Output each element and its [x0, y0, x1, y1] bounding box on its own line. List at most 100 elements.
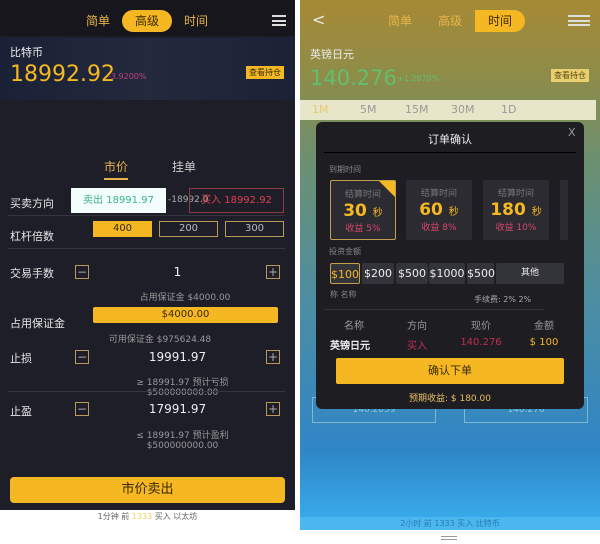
col-direction: 方向	[407, 321, 427, 332]
tab-simple[interactable]: 简单	[73, 10, 123, 32]
card-seconds: 60	[419, 200, 443, 220]
view-positions-button[interactable]: 查看持仓	[551, 69, 589, 82]
col-name: 名称	[344, 321, 364, 332]
divider	[8, 215, 285, 216]
take-profit-note: ≤ 18991.97 预计盈利 $500000000.00	[136, 431, 229, 451]
cell-direction: 买入	[407, 341, 427, 352]
asset-banner: 比特币 18992.92 -3.9200% 查看持仓	[0, 38, 295, 100]
timeframe-30m[interactable]: 30M	[451, 100, 475, 120]
check-icon	[379, 181, 395, 197]
lots-value[interactable]: 1	[150, 265, 205, 279]
leverage-label: 杠杆倍数	[10, 230, 54, 243]
divider	[324, 152, 576, 153]
lots-minus-button[interactable]: −	[75, 265, 89, 279]
advanced-trade-panel: 简单 高级 时间 比特币 18992.92 -3.9200% 查看持仓 市价 挂…	[0, 0, 295, 510]
lots-label: 交易手数	[10, 267, 54, 280]
modal-title: 订单确认	[428, 133, 472, 146]
cell-name: 英镑日元	[330, 341, 370, 352]
buy-button[interactable]: 买入 18992.92	[189, 188, 284, 213]
card-title: 结算时间	[497, 189, 534, 199]
amount-label: 投资金额	[329, 247, 361, 256]
ticker-time: 1分钟 前	[97, 512, 130, 521]
divider	[8, 248, 285, 249]
card-seconds: 30	[343, 201, 367, 221]
asset-name: 英镑日元	[310, 48, 354, 61]
activity-ticker: 1分钟 前 1333 买入 以太坊	[0, 511, 295, 522]
cell-price: 140.276	[460, 337, 502, 348]
hamburger-icon[interactable]	[568, 15, 590, 26]
tab-advanced[interactable]: 高级	[425, 10, 475, 32]
ticker-count: 1333	[131, 512, 153, 521]
tab-market[interactable]: 市价	[104, 158, 129, 180]
leverage-option-300[interactable]: 300	[225, 221, 284, 237]
tab-limit[interactable]: 挂单	[172, 158, 196, 175]
col-amount: 金额	[534, 321, 554, 332]
amount-500[interactable]: $500	[396, 263, 428, 284]
view-positions-button[interactable]: 查看持仓	[246, 66, 284, 79]
card-yield: 收益 10%	[495, 223, 537, 233]
take-profit-plus-button[interactable]: +	[266, 402, 280, 416]
stop-loss-minus-button[interactable]: −	[75, 350, 89, 364]
tab-time[interactable]: 时间	[171, 10, 221, 32]
top-nav: 简单 高级 时间	[0, 0, 295, 36]
amount-100[interactable]: $100	[330, 263, 360, 284]
divider	[8, 391, 285, 392]
stop-loss-label: 止损	[10, 352, 32, 365]
expected-profit: 预期收益: $ 180.00	[409, 394, 491, 404]
cell-amount: $ 100	[529, 337, 559, 348]
card-unit: 秒	[372, 208, 383, 219]
amount-200[interactable]: $200	[362, 263, 394, 284]
card-yield: 收益 8%	[421, 223, 457, 233]
tab-advanced[interactable]: 高级	[122, 10, 172, 32]
asset-name: 比特币	[10, 46, 43, 59]
amount-other[interactable]: 其他	[496, 263, 564, 284]
price-change: -3.9200%	[108, 72, 147, 81]
take-profit-label: 止盈	[10, 405, 32, 418]
asset-price: 18992.92	[10, 62, 115, 87]
card-yield: 收益 5%	[345, 224, 381, 234]
ticker-text: 买入 以太坊	[154, 512, 198, 521]
order-confirm-modal: 订单确认 X 到期时间 结算时间 30 秒 收益 5% 结算时间 60 秒 收益…	[316, 122, 584, 409]
timeframe-5m[interactable]: 5M	[360, 100, 377, 120]
fee-text: 手续费: 2% 2%	[474, 295, 532, 304]
close-icon[interactable]: X	[568, 126, 576, 139]
margin-label: 占用保证金	[10, 317, 65, 330]
leverage-option-200[interactable]: 200	[159, 221, 218, 237]
confirm-order-button[interactable]: 确认下单	[336, 358, 564, 384]
expiry-card-30[interactable]: 结算时间 30 秒 收益 5%	[330, 180, 396, 240]
lots-plus-button[interactable]: +	[266, 265, 280, 279]
leverage-option-400[interactable]: 400	[93, 221, 152, 237]
market-sell-button[interactable]: 市价卖出	[10, 477, 285, 503]
drag-handle[interactable]	[441, 536, 457, 540]
tab-time[interactable]: 时间	[475, 10, 525, 32]
hamburger-icon[interactable]	[272, 15, 286, 26]
back-icon[interactable]: <	[312, 10, 325, 29]
card-unit: 秒	[448, 207, 459, 218]
take-profit-minus-button[interactable]: −	[75, 402, 89, 416]
sell-button[interactable]: 卖出 18991.97	[71, 188, 166, 213]
take-profit-value[interactable]: 17991.97	[130, 402, 225, 416]
stop-loss-value[interactable]: 19991.97	[130, 350, 225, 364]
timeframe-1m[interactable]: 1M	[312, 100, 329, 120]
margin-value: $4000.00	[93, 307, 278, 323]
card-unit: 秒	[531, 207, 542, 218]
direction-label: 买卖方向	[10, 197, 54, 210]
available-margin-note: 可用保证金 $975624.48	[108, 335, 212, 345]
expiry-label: 到期时间	[329, 165, 361, 174]
expiry-card-partial[interactable]	[560, 180, 568, 240]
expiry-card-180[interactable]: 结算时间 180 秒 收益 10%	[483, 180, 549, 240]
name-row: 称 名称	[330, 290, 357, 299]
col-price: 现价	[471, 321, 491, 332]
activity-ticker: 2小时 前 1333 买入 比特币	[300, 517, 600, 530]
card-title: 结算时间	[420, 189, 457, 199]
lots-note: 占用保证金 $4000.00	[139, 293, 231, 303]
timeframe-1d[interactable]: 1D	[501, 100, 516, 120]
expiry-card-60[interactable]: 结算时间 60 秒 收益 8%	[406, 180, 472, 240]
amount-500b[interactable]: $500	[467, 263, 495, 284]
timeframe-15m[interactable]: 15M	[405, 100, 429, 120]
stop-loss-plus-button[interactable]: +	[266, 350, 280, 364]
price-change: +1.2870%	[397, 74, 440, 83]
tab-simple[interactable]: 简单	[375, 10, 425, 32]
amount-1000[interactable]: $1000	[429, 263, 465, 284]
card-seconds: 180	[490, 200, 526, 220]
